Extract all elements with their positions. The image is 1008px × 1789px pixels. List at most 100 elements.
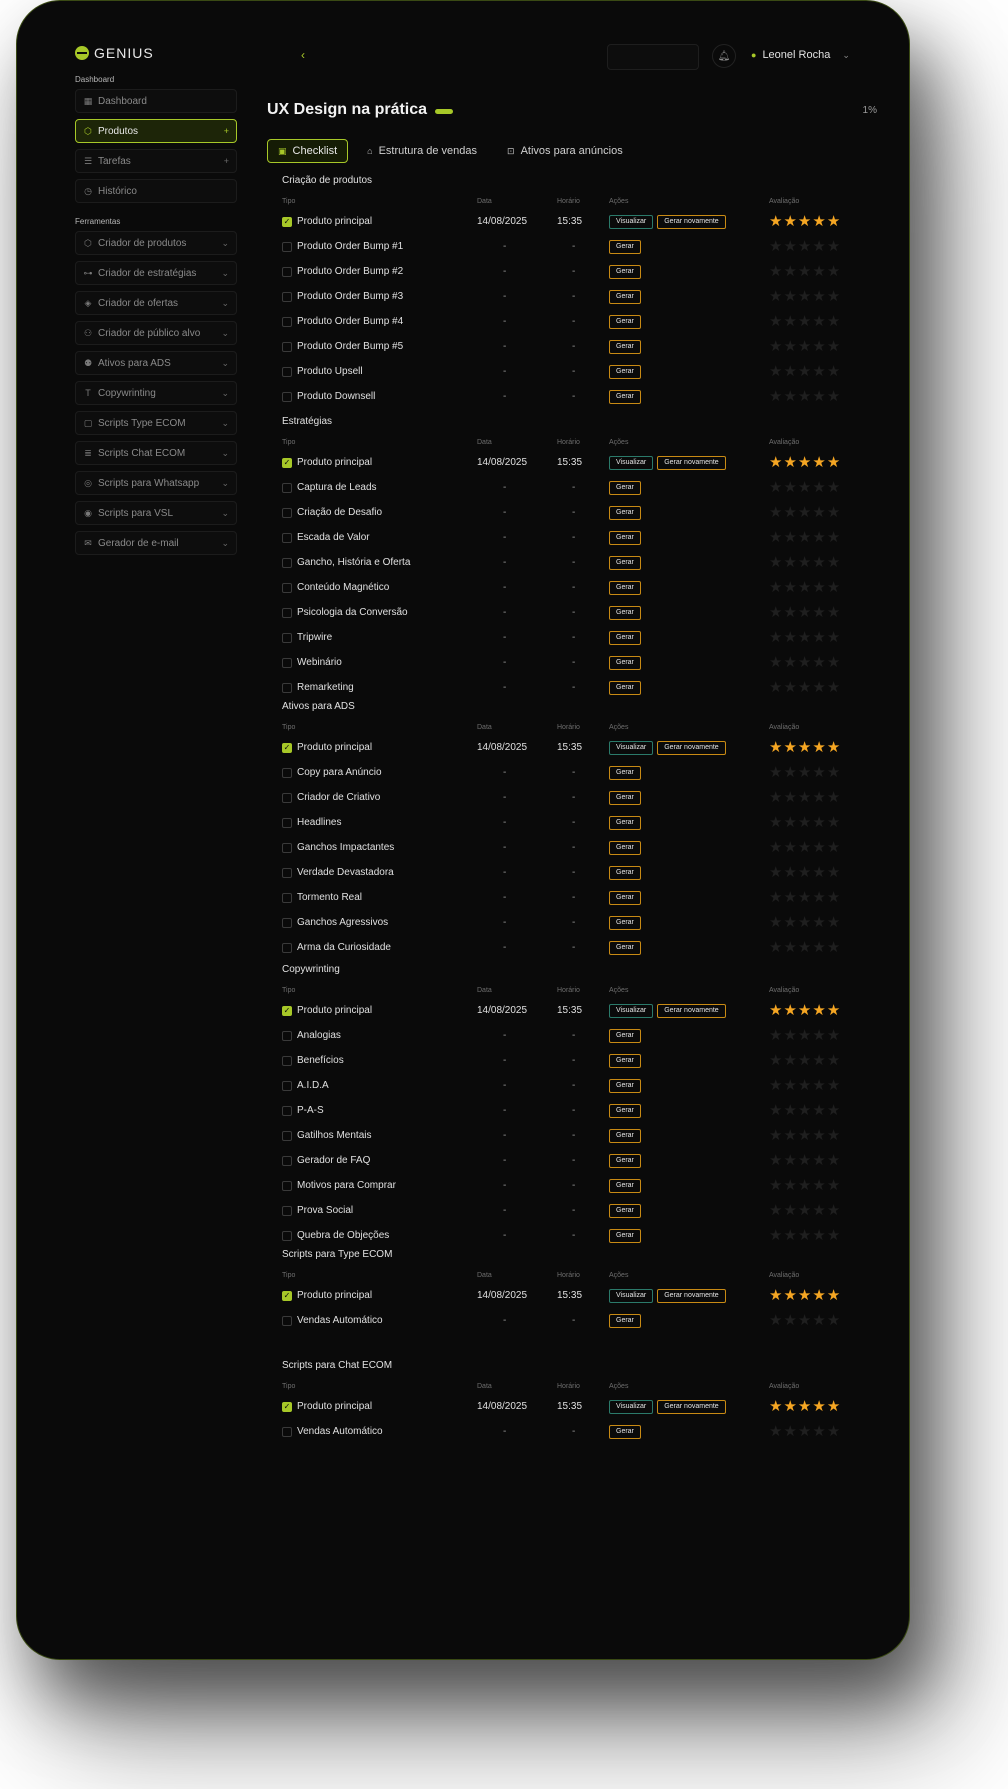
generate-button[interactable]: Gerar [609, 890, 641, 905]
star-icon[interactable]: ★ [783, 1103, 796, 1118]
star-icon[interactable]: ★ [783, 339, 796, 354]
generate-button[interactable]: Gerar [609, 1178, 641, 1193]
generate-button[interactable]: Gerar [609, 480, 641, 495]
star-icon[interactable]: ★ [769, 455, 782, 470]
star-icon[interactable]: ★ [798, 1003, 811, 1018]
star-icon[interactable]: ★ [783, 630, 796, 645]
star-icon[interactable]: ★ [798, 1103, 811, 1118]
star-icon[interactable]: ★ [783, 1313, 796, 1328]
star-icon[interactable]: ★ [798, 1128, 811, 1143]
star-icon[interactable]: ★ [769, 1053, 782, 1068]
star-icon[interactable]: ★ [812, 505, 825, 520]
star-icon[interactable]: ★ [783, 530, 796, 545]
generate-button[interactable]: Gerar [609, 314, 641, 329]
bell-icon[interactable]: 🔔︎ [712, 44, 736, 68]
star-icon[interactable]: ★ [827, 1313, 840, 1328]
star-icon[interactable]: ★ [798, 1078, 811, 1093]
star-icon[interactable]: ★ [812, 1178, 825, 1193]
star-icon[interactable]: ★ [783, 655, 796, 670]
star-icon[interactable]: ★ [812, 1078, 825, 1093]
star-icon[interactable]: ★ [812, 214, 825, 229]
star-icon[interactable]: ★ [827, 1203, 840, 1218]
star-icon[interactable]: ★ [827, 1028, 840, 1043]
generate-button[interactable]: Gerar [609, 680, 641, 695]
generate-button[interactable]: Gerar [609, 289, 641, 304]
regenerate-button[interactable]: Gerar novamente [657, 740, 726, 755]
star-icon[interactable]: ★ [798, 480, 811, 495]
star-icon[interactable]: ★ [783, 1228, 796, 1243]
star-icon[interactable]: ★ [798, 765, 811, 780]
row-checkbox[interactable] [282, 366, 292, 377]
plus-icon[interactable]: + [224, 156, 229, 166]
row-checkbox[interactable] [282, 1030, 292, 1041]
star-icon[interactable]: ★ [812, 289, 825, 304]
star-icon[interactable]: ★ [827, 314, 840, 329]
back-chevron-icon[interactable]: ‹ [301, 48, 305, 62]
generate-button[interactable]: Gerar [609, 530, 641, 545]
star-icon[interactable]: ★ [812, 1424, 825, 1439]
row-checkbox[interactable] [282, 607, 292, 618]
star-icon[interactable]: ★ [783, 840, 796, 855]
star-icon[interactable]: ★ [783, 865, 796, 880]
star-icon[interactable]: ★ [769, 655, 782, 670]
star-icon[interactable]: ★ [769, 1028, 782, 1043]
generate-button[interactable]: Gerar [609, 1103, 641, 1118]
sidebar-tool-item[interactable]: ⊶ Criador de estratégias ⌄ [75, 261, 237, 285]
star-icon[interactable]: ★ [812, 1028, 825, 1043]
star-icon[interactable]: ★ [798, 840, 811, 855]
star-icon[interactable]: ★ [769, 289, 782, 304]
generate-button[interactable]: Gerar [609, 1153, 641, 1168]
generate-button[interactable]: Gerar [609, 605, 641, 620]
star-icon[interactable]: ★ [783, 740, 796, 755]
generate-button[interactable]: Gerar [609, 915, 641, 930]
star-icon[interactable]: ★ [827, 1399, 840, 1414]
star-icon[interactable]: ★ [798, 680, 811, 695]
row-checkbox[interactable] [282, 942, 292, 953]
star-icon[interactable]: ★ [783, 890, 796, 905]
star-icon[interactable]: ★ [798, 1288, 811, 1303]
star-icon[interactable]: ★ [769, 790, 782, 805]
star-icon[interactable]: ★ [812, 364, 825, 379]
generate-button[interactable]: Gerar [609, 840, 641, 855]
star-icon[interactable]: ★ [812, 605, 825, 620]
star-icon[interactable]: ★ [769, 505, 782, 520]
star-icon[interactable]: ★ [769, 630, 782, 645]
star-icon[interactable]: ★ [812, 790, 825, 805]
star-icon[interactable]: ★ [798, 890, 811, 905]
star-icon[interactable]: ★ [769, 314, 782, 329]
sidebar-item-historico[interactable]: ◷ Histórico [75, 179, 237, 203]
search-input[interactable] [607, 44, 699, 70]
sidebar-tool-item[interactable]: ⚉ Ativos para ADS ⌄ [75, 351, 237, 375]
star-icon[interactable]: ★ [798, 1424, 811, 1439]
star-icon[interactable]: ★ [827, 740, 840, 755]
sidebar-item-produtos[interactable]: ⬡ Produtos + [75, 119, 237, 143]
star-icon[interactable]: ★ [812, 915, 825, 930]
star-icon[interactable]: ★ [769, 480, 782, 495]
regenerate-button[interactable]: Gerar novamente [657, 1288, 726, 1303]
sidebar-tool-item[interactable]: T Copywrinting ⌄ [75, 381, 237, 405]
star-icon[interactable]: ★ [812, 1288, 825, 1303]
star-icon[interactable]: ★ [798, 1028, 811, 1043]
row-checkbox[interactable] [282, 767, 292, 778]
generate-button[interactable]: Gerar [609, 505, 641, 520]
star-icon[interactable]: ★ [769, 580, 782, 595]
sidebar-item-dashboard[interactable]: ▦ Dashboard [75, 89, 237, 113]
star-icon[interactable]: ★ [783, 765, 796, 780]
star-icon[interactable]: ★ [812, 655, 825, 670]
star-icon[interactable]: ★ [812, 1153, 825, 1168]
star-icon[interactable]: ★ [827, 264, 840, 279]
star-icon[interactable]: ★ [769, 1103, 782, 1118]
row-checkbox[interactable] [282, 682, 292, 693]
generate-button[interactable]: Gerar [609, 555, 641, 570]
star-icon[interactable]: ★ [827, 580, 840, 595]
star-icon[interactable]: ★ [769, 214, 782, 229]
star-icon[interactable]: ★ [769, 915, 782, 930]
star-icon[interactable]: ★ [783, 1128, 796, 1143]
star-icon[interactable]: ★ [783, 239, 796, 254]
star-icon[interactable]: ★ [783, 1078, 796, 1093]
regenerate-button[interactable]: Gerar novamente [657, 1399, 726, 1414]
star-icon[interactable]: ★ [769, 1313, 782, 1328]
star-icon[interactable]: ★ [812, 940, 825, 955]
star-icon[interactable]: ★ [769, 940, 782, 955]
star-icon[interactable]: ★ [827, 555, 840, 570]
